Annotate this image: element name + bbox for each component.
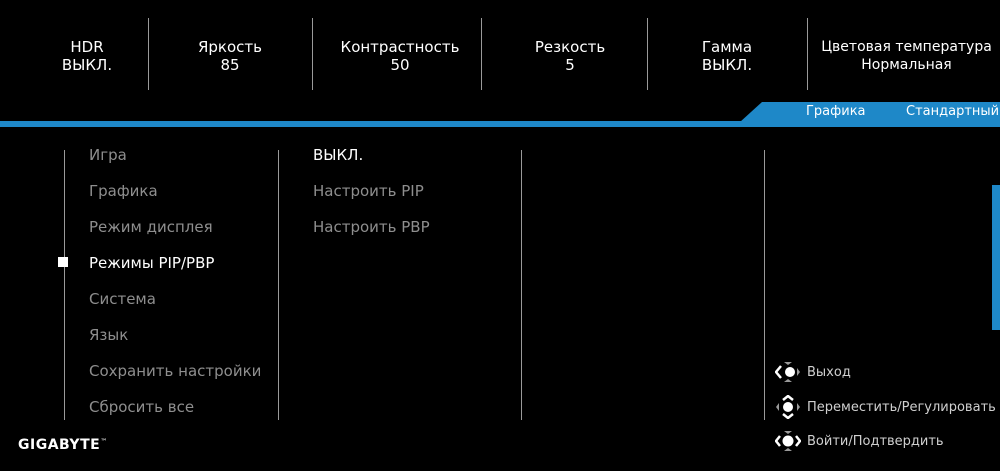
status-contrast-label: Контрастность bbox=[340, 38, 460, 56]
status-brightness: Яркость 85 bbox=[165, 38, 295, 74]
hint-move-adjust-label: Переместить/Регулировать bbox=[807, 399, 996, 415]
status-divider bbox=[148, 18, 149, 90]
status-sharpness-label: Резкость bbox=[534, 38, 606, 56]
column-divider bbox=[521, 150, 522, 420]
hint-enter-confirm: Войти/Подтвердить bbox=[775, 430, 944, 452]
submenu-item-pip-settings[interactable]: Настроить PIP bbox=[313, 182, 424, 200]
status-color-temp-value: Нормальная bbox=[861, 57, 952, 73]
status-color-temp-label: Цветовая температура bbox=[821, 39, 992, 55]
status-bar: HDR ВЫКЛ. Яркость 85 Контрастность 50 Ре… bbox=[0, 0, 1000, 106]
menu-item-language[interactable]: Язык bbox=[89, 326, 128, 344]
mode-tab-category: Графика bbox=[806, 104, 866, 119]
joystick-updown-icon bbox=[776, 395, 800, 419]
hint-enter-confirm-label: Войти/Подтвердить bbox=[807, 433, 944, 449]
status-sharpness-value: 5 bbox=[565, 56, 575, 74]
status-brightness-label: Яркость bbox=[197, 38, 262, 56]
status-gamma-label: Гамма bbox=[701, 38, 753, 56]
brand-trademark: ™ bbox=[100, 437, 108, 446]
gigabyte-logo: GIGABYTE™ bbox=[18, 437, 108, 453]
status-hdr-value: ВЫКЛ. bbox=[61, 56, 113, 74]
status-divider bbox=[647, 18, 648, 90]
menu-item-pip-pbp[interactable]: Режимы PIP/PBP bbox=[89, 254, 214, 272]
submenu-item-off[interactable]: ВЫКЛ. bbox=[313, 146, 363, 164]
joystick-left-icon bbox=[775, 362, 800, 382]
joystick-press-icon bbox=[775, 431, 801, 451]
status-divider bbox=[807, 18, 808, 90]
menu-item-system[interactable]: Система bbox=[89, 290, 156, 308]
mode-tab-preset: Стандартный bbox=[906, 104, 1000, 119]
selection-marker bbox=[58, 257, 68, 267]
status-contrast-value: 50 bbox=[390, 56, 410, 74]
column-divider bbox=[764, 150, 765, 420]
status-color-temp: Цветовая температура Нормальная bbox=[813, 38, 1000, 74]
submenu-item-pbp-settings[interactable]: Настроить PBP bbox=[313, 218, 430, 236]
status-divider bbox=[312, 18, 313, 90]
brand-name: GIGABYTE bbox=[18, 437, 101, 453]
status-gamma-value: ВЫКЛ. bbox=[701, 56, 753, 74]
column-divider bbox=[64, 150, 65, 420]
column-divider bbox=[278, 150, 279, 420]
menu-item-display[interactable]: Режим дисплея bbox=[89, 218, 213, 236]
status-hdr-label: HDR bbox=[70, 38, 104, 56]
menu-item-save-settings[interactable]: Сохранить настройки bbox=[89, 362, 261, 380]
status-brightness-value: 85 bbox=[220, 56, 240, 74]
status-sharpness: Резкость 5 bbox=[505, 38, 635, 74]
menu-item-reset-all[interactable]: Сбросить все bbox=[89, 398, 194, 416]
hint-exit: Выход bbox=[775, 361, 851, 383]
status-hdr: HDR ВЫКЛ. bbox=[48, 38, 126, 74]
menu-item-picture[interactable]: Графика bbox=[89, 182, 158, 200]
status-gamma: Гамма ВЫКЛ. bbox=[662, 38, 792, 74]
status-divider bbox=[481, 18, 482, 90]
hint-exit-label: Выход bbox=[807, 364, 851, 380]
hint-move-adjust: Переместить/Регулировать bbox=[775, 395, 996, 419]
status-contrast: Контрастность 50 bbox=[325, 38, 475, 74]
menu-item-game[interactable]: Игра bbox=[89, 146, 127, 164]
scrollbar[interactable] bbox=[992, 185, 1000, 330]
accent-divider bbox=[0, 121, 1000, 127]
